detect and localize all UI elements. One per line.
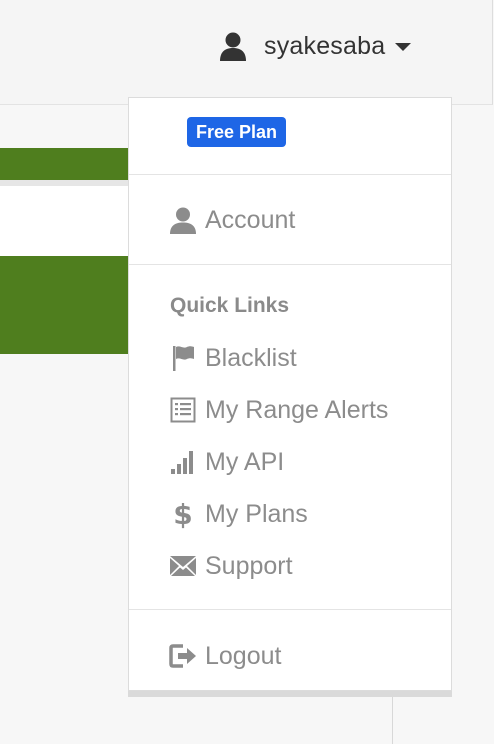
menu-item-plans[interactable]: $ My Plans bbox=[169, 496, 308, 532]
signal-bars-icon bbox=[169, 447, 197, 477]
menu-item-label: My API bbox=[205, 447, 285, 476]
page: syakesaba Free Plan Account Quick Links bbox=[0, 0, 494, 744]
menu-item-label: Logout bbox=[205, 641, 282, 670]
green-progress-bar bbox=[0, 148, 130, 180]
menu-item-range-alerts[interactable]: My Range Alerts bbox=[169, 392, 388, 428]
menu-item-label: My Range Alerts bbox=[205, 395, 389, 424]
logout-icon bbox=[169, 641, 197, 671]
panel-border bbox=[392, 696, 393, 744]
menu-item-label: Account bbox=[205, 205, 296, 234]
username-label: syakesaba bbox=[264, 31, 386, 60]
menu-item-label: Blacklist bbox=[205, 343, 297, 372]
menu-item-api[interactable]: My API bbox=[169, 444, 284, 480]
list-icon bbox=[169, 395, 197, 425]
top-navbar: syakesaba bbox=[0, 0, 493, 105]
menu-item-logout[interactable]: Logout bbox=[169, 638, 281, 674]
user-icon bbox=[218, 30, 250, 62]
dollar-icon: $ bbox=[173, 497, 193, 531]
divider bbox=[129, 174, 451, 175]
plan-badge[interactable]: Free Plan bbox=[187, 117, 287, 147]
menu-item-label: Support bbox=[205, 551, 293, 580]
user-menu-toggle[interactable]: syakesaba bbox=[218, 26, 412, 66]
user-icon bbox=[169, 205, 197, 235]
green-panel bbox=[0, 256, 130, 354]
menu-item-blacklist[interactable]: Blacklist bbox=[169, 340, 297, 376]
chevron-down-icon bbox=[395, 43, 412, 51]
divider bbox=[129, 264, 451, 265]
flag-icon bbox=[169, 343, 197, 373]
quick-links-header: Quick Links bbox=[170, 294, 290, 317]
menu-item-support[interactable]: Support bbox=[169, 548, 293, 584]
divider bbox=[129, 609, 451, 610]
menu-item-label: My Plans bbox=[205, 499, 308, 528]
menu-item-account[interactable]: Account bbox=[169, 202, 295, 238]
user-dropdown-menu: Free Plan Account Quick Links Blacklist bbox=[128, 97, 452, 691]
envelope-icon bbox=[169, 551, 197, 581]
content-panel bbox=[0, 186, 130, 256]
